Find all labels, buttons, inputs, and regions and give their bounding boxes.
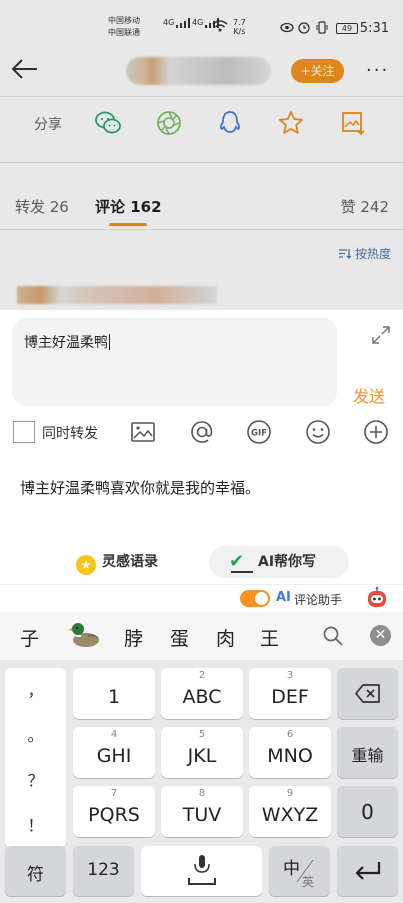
key-number: 4 [110, 729, 118, 740]
key-5-jkl[interactable]: 5 JKL [161, 727, 243, 778]
key-3-def[interactable]: 3 DEF [249, 668, 331, 719]
inspiration-quotes-button[interactable]: ★ 灵感语录 [76, 548, 158, 576]
backspace-key[interactable] [337, 668, 398, 719]
comment-composer: 博主好温柔鸭 发送 同时转发 GIF 博主好温柔鸭喜欢你就是我的幸福。 ★ 灵感… [0, 310, 403, 612]
punctuation-column: ， 。 ？ ！ [5, 668, 66, 848]
comment-input[interactable]: 博主好温柔鸭 [12, 318, 337, 406]
ai-write-button[interactable]: ✔ AI帮你写 [209, 546, 349, 578]
key-label: WXYZ [261, 804, 319, 826]
comment-assistant-toggle[interactable] [240, 590, 270, 607]
key-label: 1 [107, 686, 121, 708]
key-number: 3 [286, 670, 294, 681]
punct-key[interactable]: ？ [5, 758, 66, 803]
enter-icon [355, 862, 381, 880]
toggle-knob [255, 592, 268, 605]
candidate-word[interactable]: 蛋 [170, 624, 189, 651]
assistant-robot-icon[interactable] [365, 586, 389, 610]
key-label: 0 [361, 800, 374, 824]
key-label: TUV [182, 804, 222, 826]
english-label: 英 [302, 875, 315, 889]
gif-icon[interactable]: GIF [246, 419, 272, 445]
key-7-pqrs[interactable]: 7 PQRS [73, 786, 155, 837]
key-number: 2 [198, 670, 206, 681]
key-0[interactable]: 0 [337, 786, 398, 837]
backspace-icon [355, 684, 380, 703]
ai-tag: AI [276, 590, 291, 605]
add-more-icon[interactable] [363, 419, 389, 445]
text-caret [109, 334, 110, 350]
search-icon[interactable] [322, 625, 344, 647]
key-number: 6 [286, 729, 294, 740]
key-label: GHI [96, 745, 132, 767]
candidate-word[interactable]: 王 [260, 624, 279, 651]
send-button[interactable]: 发送 [353, 383, 385, 407]
ime-keyboard: 子 脖 蛋 肉 王 ✕ ， 。 ？ ！ 1 2 ABC 3 DEF 4 GHI … [0, 612, 403, 903]
candidate-word[interactable]: 肉 [216, 624, 235, 651]
ai-write-label: AI帮你写 [258, 554, 317, 570]
key-number: 9 [286, 788, 294, 799]
checkmark-underline [231, 571, 253, 573]
close-icon[interactable]: ✕ [370, 625, 391, 646]
reinput-key[interactable]: 重输 [337, 727, 398, 778]
punct-key[interactable]: 。 [5, 713, 66, 758]
candidate-word[interactable]: 脖 [124, 624, 143, 651]
microphone-space-icon [188, 855, 216, 885]
symbol-key[interactable]: 符 [5, 846, 66, 896]
language-switch-key[interactable]: 中 英 [269, 846, 330, 896]
key-label: ABC [182, 686, 222, 708]
comment-input-value: 博主好温柔鸭 [24, 335, 108, 351]
key-8-tuv[interactable]: 8 TUV [161, 786, 243, 837]
key-label: PQRS [88, 804, 140, 826]
repost-checkbox-label[interactable]: 同时转发 [42, 423, 98, 443]
punct-key[interactable]: ， [5, 668, 66, 713]
composer-toolbar: 同时转发 GIF [0, 416, 403, 450]
duck-emoji-icon[interactable] [68, 620, 102, 650]
comment-assistant-row: AI 评论助手 [0, 584, 403, 612]
symbol-label: 符 [27, 865, 44, 885]
mention-icon[interactable] [189, 419, 215, 445]
comment-assistant-label: 评论助手 [294, 593, 343, 607]
checkmark-icon: ✔ [229, 551, 245, 572]
key-label: DEF [271, 686, 309, 708]
comment-input-text[interactable]: 博主好温柔鸭 [24, 332, 110, 352]
punct-key[interactable]: ！ [5, 803, 66, 848]
star-badge-icon: ★ [76, 555, 96, 575]
number-mode-label: 123 [87, 860, 120, 880]
key-9-wxyz[interactable]: 9 WXYZ [249, 786, 331, 837]
weibo-detail-page: 中国移动 中国联通 4G 4G 7.7 K/s 49 5:31 +关注 ··· … [0, 0, 403, 310]
key-label: JKL [187, 745, 217, 767]
svg-text:GIF: GIF [251, 429, 267, 439]
key-4-ghi[interactable]: 4 GHI [73, 727, 155, 778]
candidate-bar: 子 脖 蛋 肉 王 ✕ [0, 612, 403, 660]
space-key[interactable] [141, 846, 262, 896]
image-icon[interactable] [130, 419, 156, 445]
inspiration-label: 灵感语录 [102, 554, 158, 570]
key-6-mno[interactable]: 6 MNO [249, 727, 331, 778]
emoji-icon[interactable] [305, 419, 331, 445]
number-mode-key[interactable]: 123 [73, 846, 134, 896]
key-label: MNO [267, 745, 313, 767]
repost-checkbox[interactable] [13, 421, 35, 443]
ai-suggested-comment[interactable]: 博主好温柔鸭喜欢你就是我的幸福。 [20, 477, 260, 498]
key-number: 5 [198, 729, 206, 740]
enter-key[interactable] [337, 846, 398, 896]
reinput-label: 重输 [351, 746, 384, 765]
candidate-word[interactable]: 子 [20, 624, 39, 651]
dim-overlay[interactable] [0, 0, 403, 310]
key-1[interactable]: 1 [73, 668, 155, 719]
ai-helper-buttons: ★ 灵感语录 ✔ AI帮你写 [0, 544, 403, 580]
key-2-abc[interactable]: 2 ABC [161, 668, 243, 719]
expand-icon[interactable] [371, 325, 391, 345]
key-number: 7 [110, 788, 118, 799]
key-number: 8 [198, 788, 206, 799]
